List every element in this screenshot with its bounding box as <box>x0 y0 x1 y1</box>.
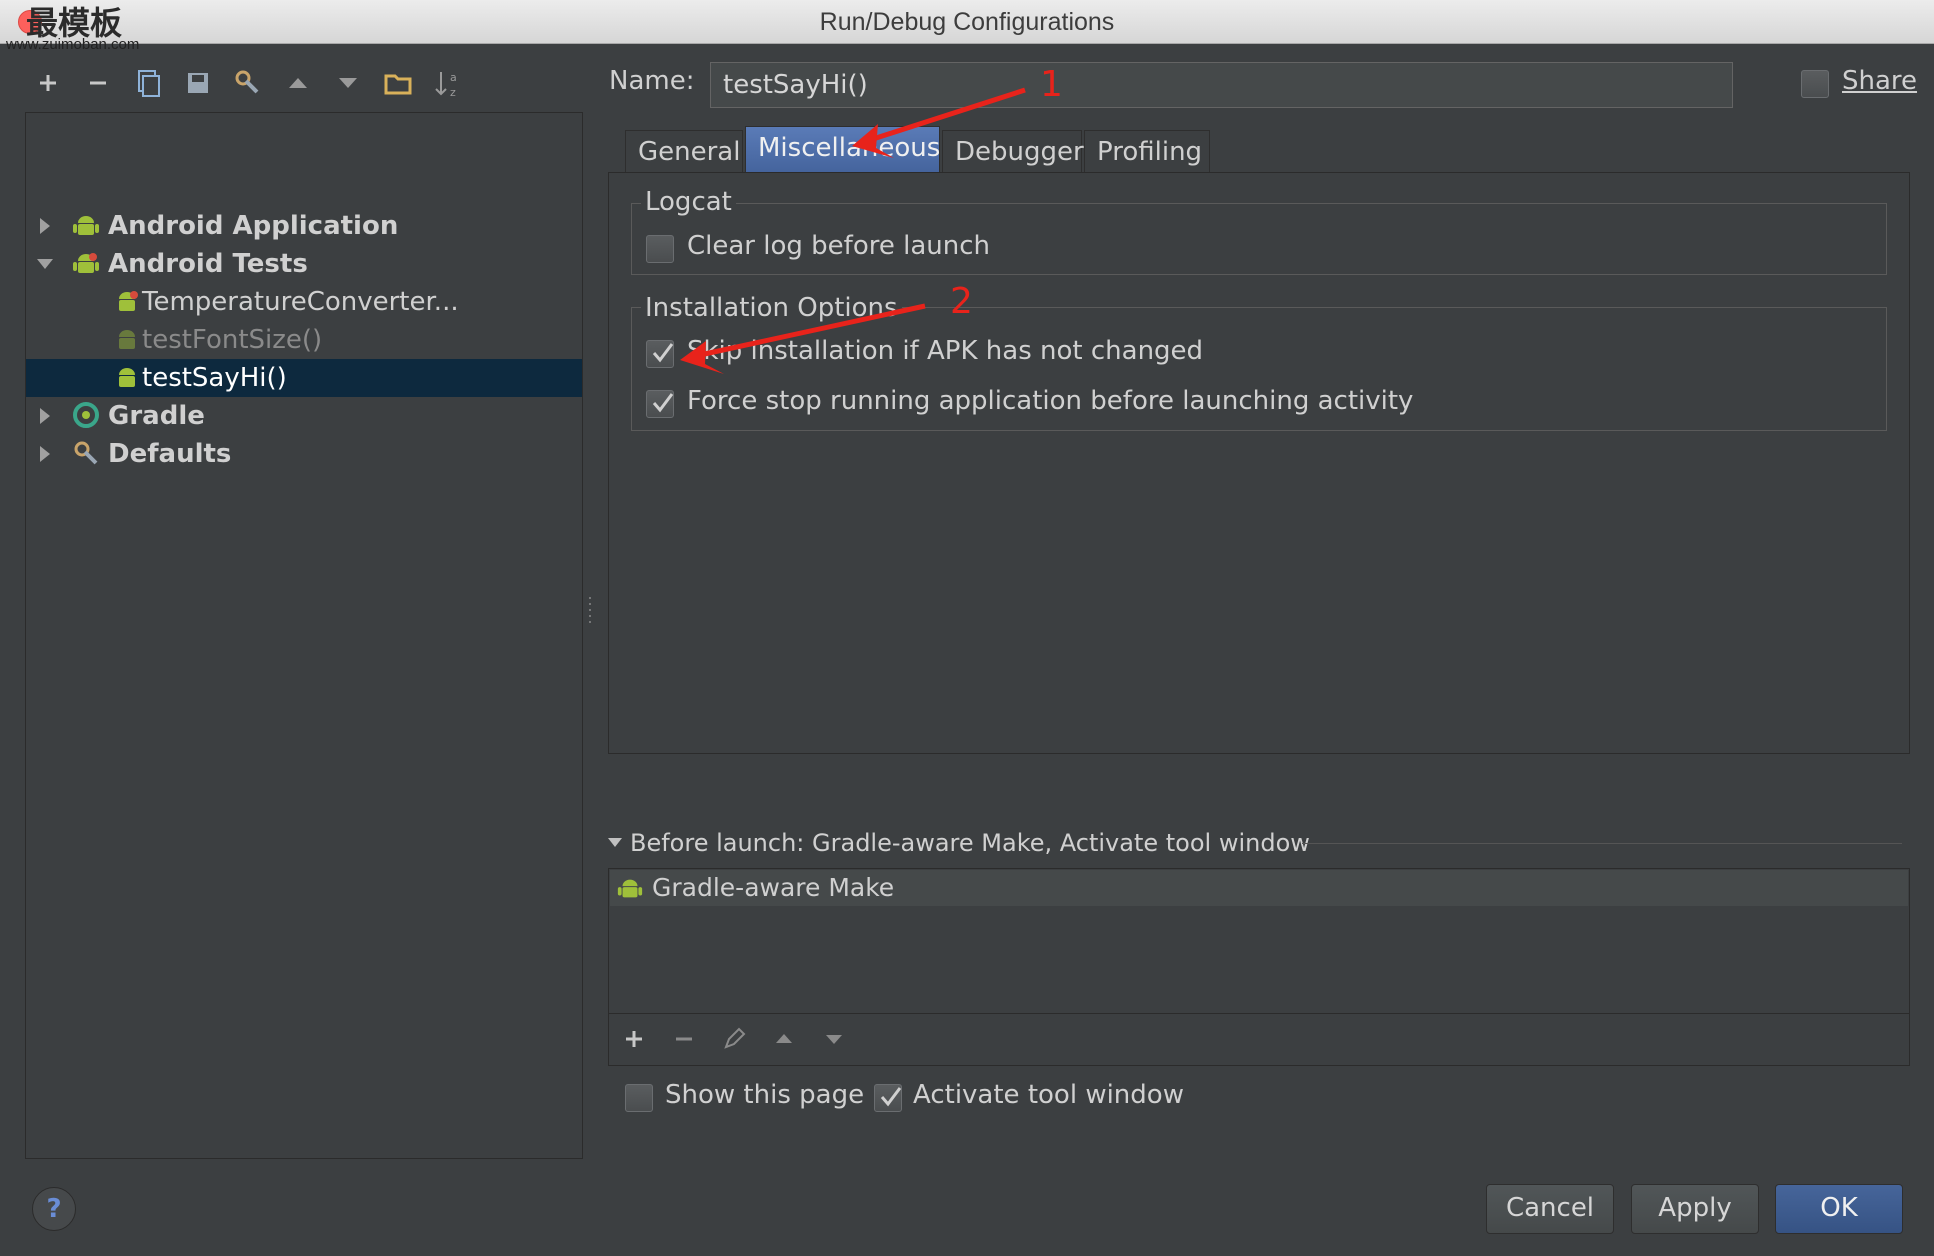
window-title: Run/Debug Configurations <box>819 8 1115 36</box>
check-icon <box>652 343 674 363</box>
tab-profiling[interactable]: Profiling <box>1084 130 1210 174</box>
collapse-arrow-icon[interactable] <box>34 253 56 275</box>
remove-icon[interactable] <box>81 66 115 100</box>
before-launch-toolbar <box>609 1013 1909 1065</box>
check-icon <box>652 393 674 413</box>
skip-installation-checkbox[interactable] <box>646 340 674 368</box>
show-this-page-label: Show this page <box>665 1080 865 1110</box>
tree-item-label: testFontSize() <box>142 325 323 355</box>
name-value: testSayHi() <box>723 70 868 100</box>
tree-item-label: Android Application <box>108 211 399 241</box>
tree-item-test-font-size[interactable]: testFontSize() <box>26 321 582 359</box>
copy-icon[interactable] <box>131 66 165 100</box>
before-launch-item[interactable]: Gradle-aware Make <box>610 870 1908 906</box>
add-icon[interactable] <box>619 1024 649 1054</box>
tree-item-temperature-converter[interactable]: TemperatureConverter... <box>26 283 582 321</box>
expand-arrow-icon[interactable] <box>34 443 56 465</box>
tree-item-defaults[interactable]: Defaults <box>26 435 582 473</box>
configuration-tree: Android Application Android Tests Temper… <box>25 112 583 1159</box>
collapse-arrow-icon[interactable] <box>607 836 623 850</box>
miscellaneous-panel: Logcat Clear log before launch Installat… <box>608 172 1910 754</box>
android-test-icon <box>119 368 135 387</box>
folder-icon[interactable] <box>381 66 415 100</box>
help-button[interactable]: ? <box>32 1187 76 1231</box>
wrench-icon[interactable] <box>231 66 265 100</box>
tree-item-label: testSayHi() <box>142 363 287 393</box>
check-icon <box>880 1087 902 1107</box>
move-down-icon[interactable] <box>331 66 365 100</box>
tree-item-android-tests[interactable]: Android Tests <box>26 245 582 283</box>
save-icon[interactable] <box>181 66 215 100</box>
sort-icon[interactable]: az <box>431 66 465 100</box>
apply-button[interactable]: Apply <box>1631 1184 1759 1234</box>
tree-item-label: TemperatureConverter... <box>142 287 459 317</box>
skip-installation-label: Skip installation if APK has not changed <box>687 336 1204 366</box>
gradle-icon <box>73 402 99 428</box>
tree-item-label: Defaults <box>108 439 232 469</box>
watermark-url: www.zuimoban.com <box>6 36 140 53</box>
tree-item-test-say-hi[interactable]: testSayHi() <box>26 359 582 397</box>
name-input[interactable]: testSayHi() <box>710 62 1733 108</box>
expand-arrow-icon[interactable] <box>34 405 56 427</box>
name-label: Name: <box>609 66 695 96</box>
tree-item-label: Android Tests <box>108 249 308 279</box>
tab-general[interactable]: General <box>625 130 743 174</box>
tab-debugger[interactable]: Debugger <box>942 130 1084 174</box>
splitter-handle[interactable] <box>588 595 592 625</box>
android-icon <box>617 879 643 898</box>
activate-tool-window-checkbox[interactable] <box>874 1084 902 1112</box>
before-launch-list: Gradle-aware Make <box>608 868 1910 1066</box>
android-icon <box>73 216 99 235</box>
share-checkbox[interactable] <box>1801 70 1829 98</box>
remove-icon[interactable] <box>669 1024 699 1054</box>
before-launch-separator <box>1302 843 1902 844</box>
move-up-icon[interactable] <box>769 1024 799 1054</box>
edit-icon[interactable] <box>719 1024 749 1054</box>
svg-text:z: z <box>450 86 456 99</box>
svg-text:a: a <box>450 71 457 84</box>
android-test-icon <box>119 291 138 311</box>
android-icon <box>73 253 99 273</box>
tab-miscellaneous[interactable]: Miscellaneous <box>745 126 940 174</box>
show-this-page-checkbox[interactable] <box>625 1084 653 1112</box>
add-icon[interactable] <box>31 66 65 100</box>
before-launch-item-label: Gradle-aware Make <box>652 873 895 902</box>
before-launch-label: Before launch: Gradle-aware Make, Activa… <box>630 829 1310 857</box>
activate-tool-window-label: Activate tool window <box>913 1080 1184 1110</box>
move-down-icon[interactable] <box>819 1024 849 1054</box>
tree-item-label: Gradle <box>108 401 205 431</box>
clear-log-checkbox[interactable] <box>646 235 674 263</box>
force-stop-label: Force stop running application before la… <box>687 386 1414 416</box>
logcat-title: Logcat <box>641 187 736 217</box>
share-label: Share <box>1842 66 1918 96</box>
tree-item-android-application[interactable]: Android Application <box>26 207 582 245</box>
android-test-icon <box>119 330 135 349</box>
title-bar: 最模板 www.zuimoban.com Run/Debug Configura… <box>0 0 1934 53</box>
defaults-icon <box>74 441 98 465</box>
installation-options-title: Installation Options <box>641 293 902 323</box>
ok-button[interactable]: OK <box>1775 1184 1903 1234</box>
force-stop-checkbox[interactable] <box>646 390 674 418</box>
move-up-icon[interactable] <box>281 66 315 100</box>
tree-item-gradle[interactable]: Gradle <box>26 397 582 435</box>
clear-log-label: Clear log before launch <box>687 231 990 261</box>
cancel-button[interactable]: Cancel <box>1486 1184 1614 1234</box>
expand-arrow-icon[interactable] <box>34 215 56 237</box>
